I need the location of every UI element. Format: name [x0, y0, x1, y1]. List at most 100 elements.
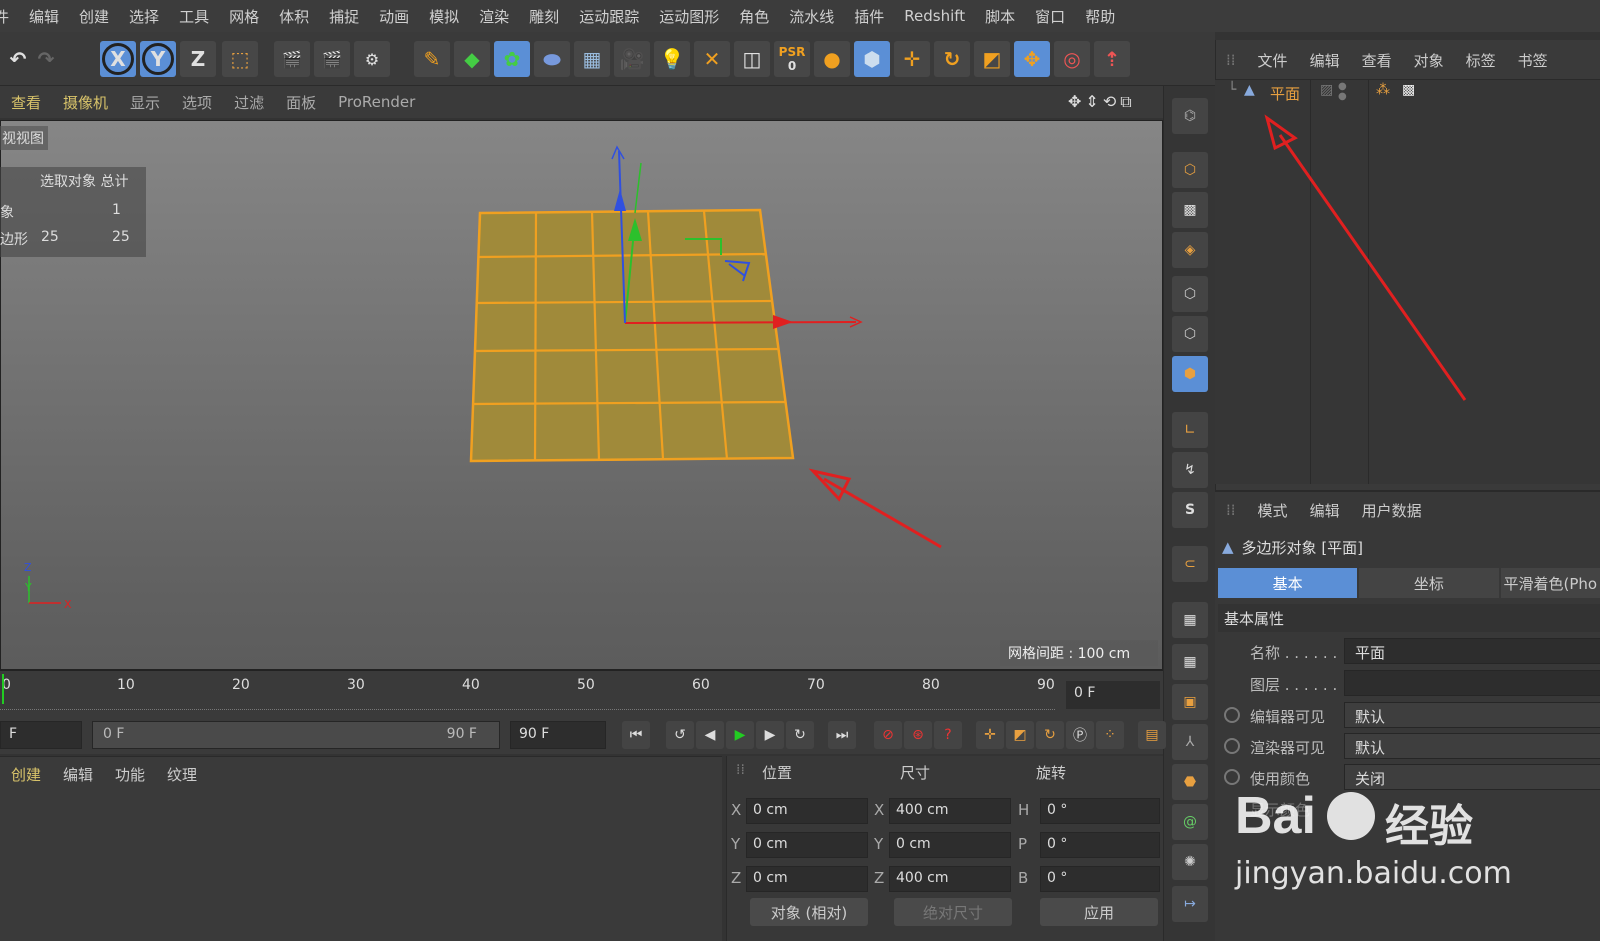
move-tool-button[interactable]: ✛ [894, 41, 930, 77]
menu-item-16[interactable]: 插件 [844, 6, 894, 27]
material-menu-item-2[interactable]: 功能 [104, 764, 156, 785]
workplane-button[interactable]: ◫ [734, 41, 770, 77]
render-picture-viewer-button[interactable]: 🎬 [314, 41, 350, 77]
menu-item-0[interactable]: 件 [0, 6, 19, 27]
menu-item-8[interactable]: 动画 [369, 6, 419, 27]
light-button[interactable]: 💡 [654, 41, 690, 77]
snapping-icon[interactable]: ⊂ [1172, 546, 1208, 582]
menu-item-10[interactable]: 渲染 [469, 6, 519, 27]
viewport-menu-item-4[interactable]: 过滤 [223, 92, 275, 113]
menu-item-3[interactable]: 选择 [119, 6, 169, 27]
menu-item-15[interactable]: 流水线 [779, 6, 844, 27]
redo-button[interactable]: ↷ [28, 41, 64, 77]
rotation-b-field[interactable]: 0 ° [1040, 866, 1160, 892]
menu-item-9[interactable]: 模拟 [419, 6, 469, 27]
key-scale-button[interactable]: ◩ [1006, 721, 1034, 749]
size-mode-select[interactable]: 绝对尺寸 [894, 898, 1012, 926]
tweak-mode-icon[interactable]: ↯ [1172, 452, 1208, 488]
preview-range-slider[interactable]: 0 F 90 F [92, 721, 500, 749]
pen-tool-button[interactable]: ✎ [414, 41, 450, 77]
visibility-dots-icon[interactable]: ● ● [1338, 82, 1347, 102]
points-mode-icon[interactable]: ⬡ [1172, 276, 1208, 312]
camera-button[interactable]: 🎥 [614, 41, 650, 77]
viewport-menu-item-6[interactable]: ProRender [327, 93, 426, 111]
attribute-manager-menu-item-0[interactable]: 模式 [1247, 500, 1299, 521]
edges-mode-icon[interactable]: ⬡ [1172, 316, 1208, 352]
material-menu-item-1[interactable]: 编辑 [52, 764, 104, 785]
model-mode-icon[interactable]: ⬡ [1172, 152, 1208, 188]
animate-radio[interactable] [1224, 707, 1240, 723]
extrude-tool-button[interactable]: ⇡ [1094, 41, 1130, 77]
menu-item-2[interactable]: 创建 [69, 6, 119, 27]
position-x-field[interactable]: 0 cm [746, 798, 868, 824]
viewport-menu-item-0[interactable]: 查看 [0, 92, 52, 113]
menu-item-13[interactable]: 运动图形 [649, 6, 729, 27]
make-editable-button[interactable]: ⌬ [1172, 98, 1208, 134]
object-manager-menu-item-1[interactable]: 编辑 [1299, 50, 1351, 71]
viewport-menu-item-1[interactable]: 摄像机 [52, 92, 119, 113]
prev-frame-button[interactable]: ◀ [696, 721, 724, 749]
material-menu-item-3[interactable]: 纹理 [156, 764, 208, 785]
material-tag-icon[interactable]: ⁂ [1376, 82, 1390, 98]
material-menu-item-0[interactable]: 创建 [0, 764, 52, 785]
key-rotation-button[interactable]: ↻ [1036, 721, 1064, 749]
orbit-icon[interactable]: ⟲ [1103, 92, 1116, 114]
menu-item-11[interactable]: 雕刻 [519, 6, 569, 27]
menu-item-18[interactable]: 脚本 [975, 6, 1025, 27]
menu-item-7[interactable]: 捕捉 [319, 6, 369, 27]
y-axis-lock-button[interactable]: Y [140, 41, 176, 77]
snap-button[interactable]: ✕ [694, 41, 730, 77]
layer-icon[interactable]: ▨ [1320, 82, 1333, 98]
tab-phong[interactable]: 平滑着色(Pho [1500, 568, 1600, 598]
workplane-mode-icon[interactable]: ◈ [1172, 232, 1208, 268]
editor-visible-select[interactable]: 默认 [1344, 702, 1600, 728]
subdivision-button[interactable]: ✿ [494, 41, 530, 77]
zoom-icon[interactable]: ⇕ [1085, 92, 1098, 114]
layer-field[interactable] [1344, 670, 1600, 696]
object-manager-menu-item-4[interactable]: 标签 [1455, 50, 1507, 71]
paint-tool-icon[interactable]: ⬣ [1172, 764, 1208, 800]
render-region-icon[interactable]: ▣ [1172, 684, 1208, 720]
key-parameter-button[interactable]: Ⓟ [1066, 721, 1094, 749]
object-manager-menu-item-5[interactable]: 书签 [1507, 50, 1559, 71]
selection-tool-button[interactable]: ◎ [1054, 41, 1090, 77]
record-button[interactable]: ⊘ [874, 721, 902, 749]
end-frame-field[interactable]: 90 F [510, 721, 606, 749]
scale-tool-button[interactable]: ◩ [974, 41, 1010, 77]
world-axis-button[interactable]: ● [814, 41, 850, 77]
size-z-field[interactable]: 400 cm [889, 866, 1011, 892]
auto-key-button[interactable]: ⊛ [904, 721, 932, 749]
menu-item-5[interactable]: 网格 [219, 6, 269, 27]
name-field[interactable]: 平面 [1344, 638, 1600, 664]
prev-key-button[interactable]: ↺ [666, 721, 694, 749]
object-manager-menu-item-0[interactable]: 文件 [1247, 50, 1299, 71]
tab-coordinates[interactable]: 坐标 [1359, 568, 1499, 598]
viewport-menu-item-3[interactable]: 选项 [171, 92, 223, 113]
menu-item-20[interactable]: 帮助 [1075, 6, 1125, 27]
joint-tool-icon[interactable]: ⅄ [1172, 724, 1208, 760]
script-icon[interactable]: @ [1172, 804, 1208, 840]
playhead[interactable] [2, 674, 4, 704]
z-axis-lock-button[interactable]: Z [180, 41, 216, 77]
apply-button[interactable]: 应用 [1040, 898, 1158, 926]
viewport-menu-item-2[interactable]: 显示 [119, 92, 171, 113]
live-selection-button[interactable]: ✥ [1014, 41, 1050, 77]
size-x-field[interactable]: 400 cm [889, 798, 1011, 824]
floor-button[interactable]: ▦ [574, 41, 610, 77]
measure-icon[interactable]: ↦ [1172, 886, 1208, 922]
timeline-window-button[interactable]: ▤ [1138, 721, 1166, 749]
sculpt-icon[interactable]: ✺ [1172, 844, 1208, 880]
animate-radio[interactable] [1224, 738, 1240, 754]
coordinate-system-button[interactable]: ⬚ [222, 41, 258, 77]
viewport-menu-item-5[interactable]: 面板 [275, 92, 327, 113]
go-to-end-button[interactable]: ⏭ [828, 721, 856, 749]
go-to-start-button[interactable]: ⏮ [622, 721, 650, 749]
menu-item-14[interactable]: 角色 [729, 6, 779, 27]
psr-button[interactable]: PSR 0 [774, 41, 810, 77]
menu-item-17[interactable]: Redshift [894, 7, 975, 25]
play-button[interactable]: ▶ [726, 721, 754, 749]
attribute-manager-menu-item-2[interactable]: 用户数据 [1351, 500, 1433, 521]
size-y-field[interactable]: 0 cm [889, 832, 1011, 858]
viewport-3d[interactable]: Z X Y [0, 120, 1163, 670]
object-manager-menu-item-3[interactable]: 对象 [1403, 50, 1455, 71]
